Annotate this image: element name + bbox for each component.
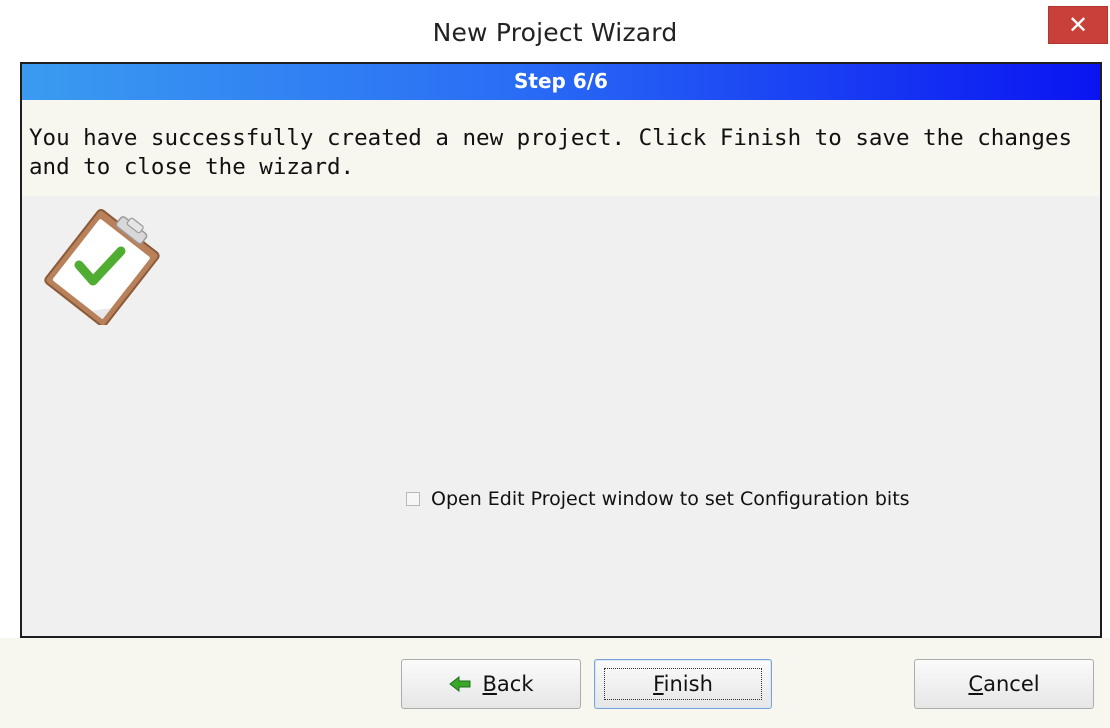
back-label: Back <box>482 672 534 696</box>
step-label: Step 6/6 <box>514 69 608 93</box>
back-button[interactable]: Back <box>401 659 581 709</box>
config-bits-checkbox[interactable] <box>406 492 420 506</box>
title-bar: New Project Wizard ✕ <box>0 0 1110 62</box>
config-bits-label: Open Edit Project window to set Configur… <box>431 488 910 510</box>
cancel-button[interactable]: Cancel <box>914 659 1094 709</box>
wizard-panel: Step 6/6 You have successfully created a… <box>20 62 1102 638</box>
cancel-label: Cancel <box>968 672 1040 696</box>
step-header: Step 6/6 <box>22 64 1100 100</box>
finish-label: Finish <box>604 668 762 700</box>
window-title: New Project Wizard <box>432 18 678 47</box>
back-arrow-icon <box>448 676 470 692</box>
instruction-message: You have successfully created a new proj… <box>22 100 1100 196</box>
config-bits-option[interactable]: Open Edit Project window to set Configur… <box>406 488 910 510</box>
message-line-2: and to close the wizard. <box>29 154 355 180</box>
message-line-1: You have successfully created a new proj… <box>29 125 1073 151</box>
close-button[interactable]: ✕ <box>1048 6 1108 44</box>
finish-button[interactable]: Finish <box>594 659 772 709</box>
clipboard-check-icon <box>44 208 160 325</box>
close-icon: ✕ <box>1067 11 1089 39</box>
